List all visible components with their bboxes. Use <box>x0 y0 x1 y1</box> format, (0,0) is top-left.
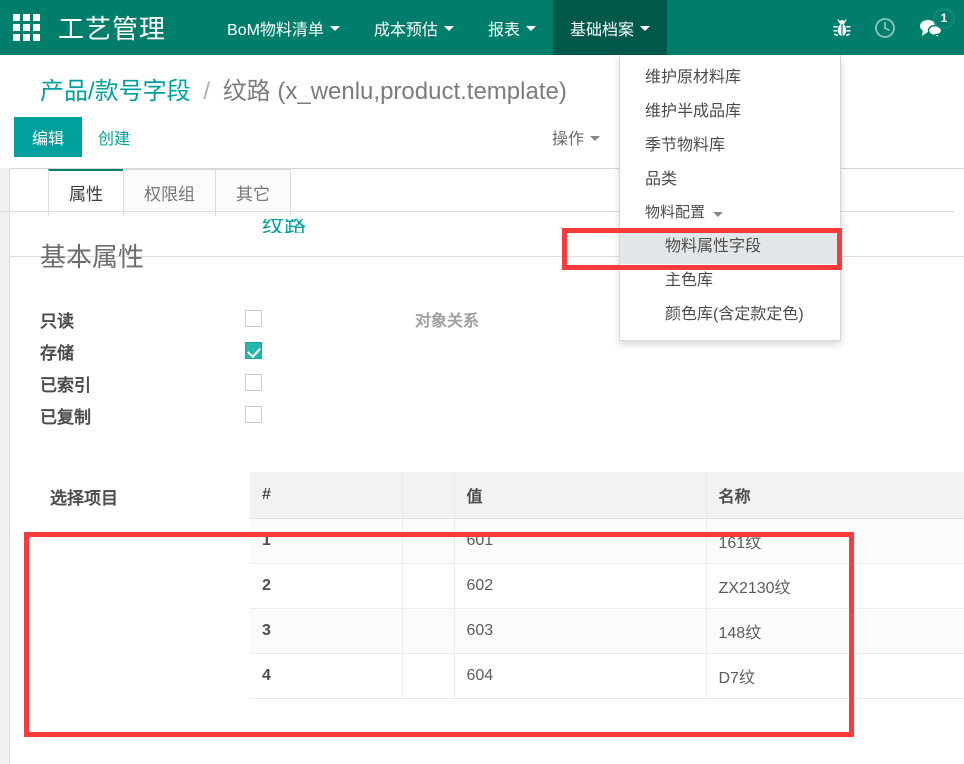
cell-name: 161纹 <box>706 518 964 564</box>
menu-item-cost-estimate[interactable]: 成本预估 <box>357 0 471 55</box>
cell-name: ZX2130纹 <box>706 563 964 609</box>
chevron-down-icon <box>590 135 600 141</box>
cell-index: 4 <box>250 653 403 699</box>
section-title-basic-attributes: 基本属性 <box>40 242 145 272</box>
menu-item-reports-label: 报表 <box>487 21 520 39</box>
attribute-control-readonly <box>245 310 415 328</box>
tab-other-label: 其它 <box>236 185 270 204</box>
clock-icon[interactable] <box>874 17 896 39</box>
chevron-down-icon <box>713 211 724 217</box>
cell-value: 604 <box>454 653 707 699</box>
attribute-control-stored <box>245 342 415 360</box>
menu-item-cost-estimate-label: 成本预估 <box>373 21 438 39</box>
record-title-clipped: 纹路 <box>262 219 307 233</box>
attribute-label-object-relation: 对象关系 <box>415 313 480 330</box>
bug-icon[interactable] <box>832 17 852 39</box>
tab-attributes-label: 属性 <box>69 185 103 204</box>
attribute-row-indexed: 已索引 <box>40 367 920 399</box>
app-brand-title[interactable]: 工艺管理 <box>52 0 174 55</box>
table-row[interactable]: 3 603 148纹 <box>250 608 964 654</box>
dropdown-group-material-config-label: 物料配置 <box>645 204 706 221</box>
chevron-down-icon <box>525 26 536 31</box>
breadcrumb-separator: / <box>203 78 211 105</box>
dropdown-group-material-config[interactable]: 物料配置 <box>620 197 840 230</box>
messages-icon[interactable]: 1 <box>918 7 955 39</box>
attribute-control-copied <box>245 406 415 424</box>
apps-menu-button[interactable] <box>0 0 52 55</box>
cell-name: 148纹 <box>706 608 964 654</box>
menu-item-basic-archive[interactable]: 基础档案 <box>552 0 667 55</box>
dropdown-item-raw-material-library[interactable]: 维护原材料库 <box>620 61 840 95</box>
menu-item-reports[interactable]: 报表 <box>471 0 553 55</box>
edit-button[interactable]: 编辑 <box>14 117 83 157</box>
tab-permission-groups-label: 权限组 <box>144 185 195 204</box>
table-row[interactable]: 2 602 ZX2130纹 <box>250 563 964 609</box>
attribute-label-readonly: 只读 <box>40 311 74 331</box>
column-header-name[interactable]: 名称 <box>706 472 964 519</box>
dropdown-item-material-attribute-field[interactable]: 物料属性字段 <box>620 229 840 264</box>
attribute-row-copied: 已复制 <box>40 399 920 431</box>
table-row[interactable]: 4 604 D7纹 <box>250 653 964 699</box>
attribute-label-indexed: 已索引 <box>40 375 91 395</box>
action-menu-button[interactable]: 操作 <box>552 125 600 149</box>
cell-blank <box>402 518 455 564</box>
cell-index: 2 <box>250 563 403 609</box>
breadcrumb-parent-link[interactable]: 产品/款号字段 <box>40 78 191 105</box>
select-items-table-wrapper: # 值 名称 1 601 161纹 2 602 ZX2130纹 3 603 14… <box>250 472 964 699</box>
table-body: 1 601 161纹 2 602 ZX2130纹 3 603 148纹 4 60… <box>250 518 964 699</box>
system-icons: 1 <box>832 0 964 55</box>
column-header-index[interactable]: # <box>250 472 403 519</box>
create-button[interactable]: 创建 <box>82 117 146 157</box>
action-menu-label: 操作 <box>551 131 584 148</box>
chevron-down-icon <box>639 26 650 31</box>
select-items-table: # 值 名称 1 601 161纹 2 602 ZX2130纹 3 603 14… <box>250 472 964 699</box>
basic-archive-dropdown-menu: 维护原材料库 维护半成品库 季节物料库 品类 物料配置 物料属性字段 主色库 颜… <box>619 55 841 341</box>
chevron-down-icon <box>443 26 454 31</box>
readonly-checkbox[interactable] <box>245 310 262 328</box>
sheet-gutter <box>0 168 10 764</box>
tab-attributes[interactable]: 属性 <box>48 169 124 216</box>
column-header-value[interactable]: 值 <box>454 472 707 519</box>
select-items-label: 选择项目 <box>50 489 118 508</box>
menu-item-basic-archive-label: 基础档案 <box>569 21 634 39</box>
cell-blank <box>402 608 455 654</box>
cell-blank <box>402 563 455 609</box>
table-row[interactable]: 1 601 161纹 <box>250 518 964 564</box>
cell-name: D7纹 <box>706 653 964 699</box>
attribute-control-indexed <box>245 374 415 392</box>
column-header-blank[interactable] <box>402 472 455 519</box>
form-tabs: 属性 权限组 其它 <box>48 169 291 216</box>
tab-other[interactable]: 其它 <box>215 169 291 216</box>
chevron-down-icon <box>329 26 340 31</box>
cell-index: 1 <box>250 518 403 564</box>
top-navigation-bar: 工艺管理 BoM物料清单 成本预估 报表 基础档案 1 <box>0 0 964 55</box>
cell-blank <box>402 653 455 699</box>
dropdown-item-semi-finished-library[interactable]: 维护半成品库 <box>620 95 840 129</box>
dropdown-item-main-color-library[interactable]: 主色库 <box>620 264 840 298</box>
copied-checkbox[interactable] <box>245 406 262 424</box>
menu-item-bom-label: BoM物料清单 <box>227 21 324 39</box>
indexed-checkbox[interactable] <box>245 374 262 392</box>
stored-checkbox[interactable] <box>245 342 262 360</box>
apps-grid-icon <box>12 14 40 41</box>
cell-value: 602 <box>454 563 707 609</box>
messages-badge-count: 1 <box>933 7 955 29</box>
tab-permission-groups[interactable]: 权限组 <box>123 169 216 216</box>
menu-item-bom[interactable]: BoM物料清单 <box>210 0 357 55</box>
cell-value: 601 <box>454 518 707 564</box>
attribute-label-copied: 已复制 <box>40 407 91 427</box>
dropdown-item-category[interactable]: 品类 <box>620 163 840 197</box>
cell-value: 603 <box>454 608 707 654</box>
dropdown-item-seasonal-material-library[interactable]: 季节物料库 <box>620 129 840 163</box>
breadcrumb-current: 纹路 (x_wenlu,product.template) <box>222 78 567 105</box>
table-head: # 值 名称 <box>250 472 964 519</box>
attribute-label-stored: 存储 <box>40 343 74 363</box>
cell-index: 3 <box>250 608 403 654</box>
dropdown-item-color-library[interactable]: 颜色库(含定款定色) <box>620 298 840 332</box>
table-header-row: # 值 名称 <box>250 472 964 519</box>
main-menu: BoM物料清单 成本预估 报表 基础档案 <box>210 0 667 55</box>
